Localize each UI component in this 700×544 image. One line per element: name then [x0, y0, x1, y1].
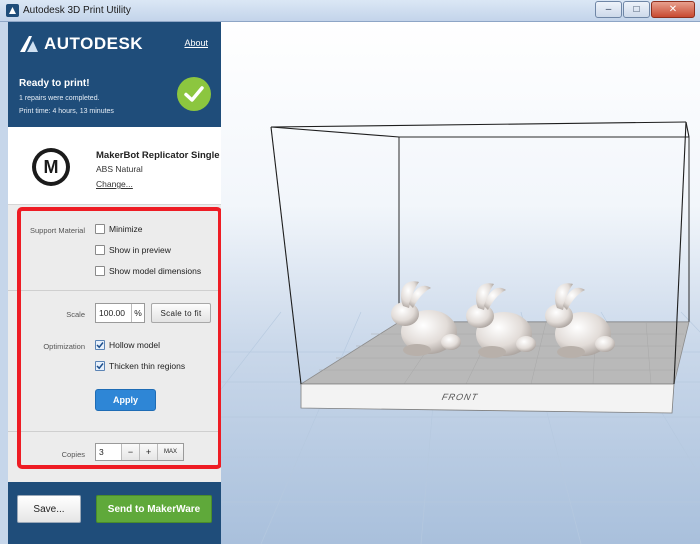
ready-check-icon	[177, 77, 211, 111]
thicken-thin-regions-checkbox[interactable]: Thicken thin regions	[95, 361, 185, 371]
front-label: FRONT	[440, 392, 480, 402]
optimization-label: Optimization	[43, 342, 85, 351]
brand-name: AUTODESK	[44, 34, 144, 53]
checkbox-label: Show in preview	[109, 245, 171, 255]
scale-label: Scale	[66, 310, 85, 319]
scale-to-fit-button[interactable]: Scale to fit	[151, 303, 211, 323]
checkbox-box[interactable]	[95, 340, 105, 350]
scale-value[interactable]: 100.00	[96, 308, 131, 318]
printer-name: MakerBot Replicator Single	[96, 150, 220, 161]
show-in-preview-checkbox[interactable]: Show in preview	[95, 245, 171, 255]
send-to-makerware-button[interactable]: Send to MakerWare	[96, 495, 212, 523]
scale-input[interactable]: 100.00 %	[95, 303, 145, 323]
viewport-scene	[221, 121, 700, 544]
about-link[interactable]: About	[184, 38, 208, 48]
checkbox-box[interactable]	[95, 361, 105, 371]
apply-button[interactable]: Apply	[95, 389, 156, 411]
panel-footer: Save... Send to MakerWare	[8, 482, 221, 544]
section-divider	[8, 431, 221, 432]
window-titlebar: Autodesk 3D Print Utility – □ ✕	[0, 0, 700, 22]
window-title: Autodesk 3D Print Utility	[23, 5, 131, 16]
show-model-dimensions-checkbox[interactable]: Show model dimensions	[95, 266, 201, 276]
checkbox-label: Thicken thin regions	[109, 361, 186, 371]
window-controls: – □ ✕	[595, 1, 695, 18]
hollow-model-checkbox[interactable]: Hollow model	[95, 340, 160, 350]
autodesk-app-icon	[6, 4, 19, 17]
scale-unit: %	[131, 304, 144, 322]
checkmark-icon	[96, 342, 104, 349]
checkbox-label: Show model dimensions	[109, 266, 202, 276]
minimize-button[interactable]: –	[595, 1, 622, 18]
copies-decrement-button[interactable]: −	[121, 444, 139, 460]
checkbox-label: Hollow model	[109, 340, 161, 350]
makerbot-logo-icon: M	[32, 148, 70, 186]
autodesk-logo-icon	[20, 36, 38, 52]
minimize-checkbox[interactable]: Minimize	[95, 224, 143, 234]
copies-label: Copies	[61, 450, 85, 459]
copies-value[interactable]: 3	[96, 444, 121, 460]
checkbox-box[interactable]	[95, 224, 105, 234]
side-panel: AUTODESK About Ready to print! 1 repairs…	[8, 22, 221, 544]
checkbox-label: Minimize	[109, 224, 143, 234]
checkmark-icon	[96, 363, 104, 370]
window-frame-left	[0, 22, 8, 544]
status-repairs: 1 repairs were completed.	[19, 95, 100, 102]
close-button[interactable]: ✕	[651, 1, 695, 18]
status-print-time: Print time: 4 hours, 13 minutes	[19, 108, 114, 115]
copies-increment-button[interactable]: +	[139, 444, 157, 460]
support-material-label: Support Material	[29, 226, 85, 235]
3d-viewport[interactable]	[221, 22, 700, 544]
printer-material: ABS Natural	[96, 164, 143, 174]
panel-header: AUTODESK About Ready to print! 1 repairs…	[8, 22, 221, 127]
status-title: Ready to print!	[19, 78, 90, 89]
build-volume-box	[398, 136, 690, 323]
autodesk-logo: AUTODESK	[19, 34, 143, 54]
build-plate-front	[300, 383, 675, 414]
maximize-button[interactable]: □	[623, 1, 650, 18]
copies-stepper[interactable]: 3 − + MAX	[95, 443, 184, 461]
copies-max-button[interactable]: MAX	[157, 444, 183, 460]
checkbox-box[interactable]	[95, 266, 105, 276]
save-button[interactable]: Save...	[17, 495, 81, 523]
checkbox-box[interactable]	[95, 245, 105, 255]
printer-card: M MakerBot Replicator Single ABS Natural…	[8, 127, 221, 205]
change-printer-link[interactable]: Change...	[96, 179, 133, 189]
section-divider	[8, 290, 221, 291]
